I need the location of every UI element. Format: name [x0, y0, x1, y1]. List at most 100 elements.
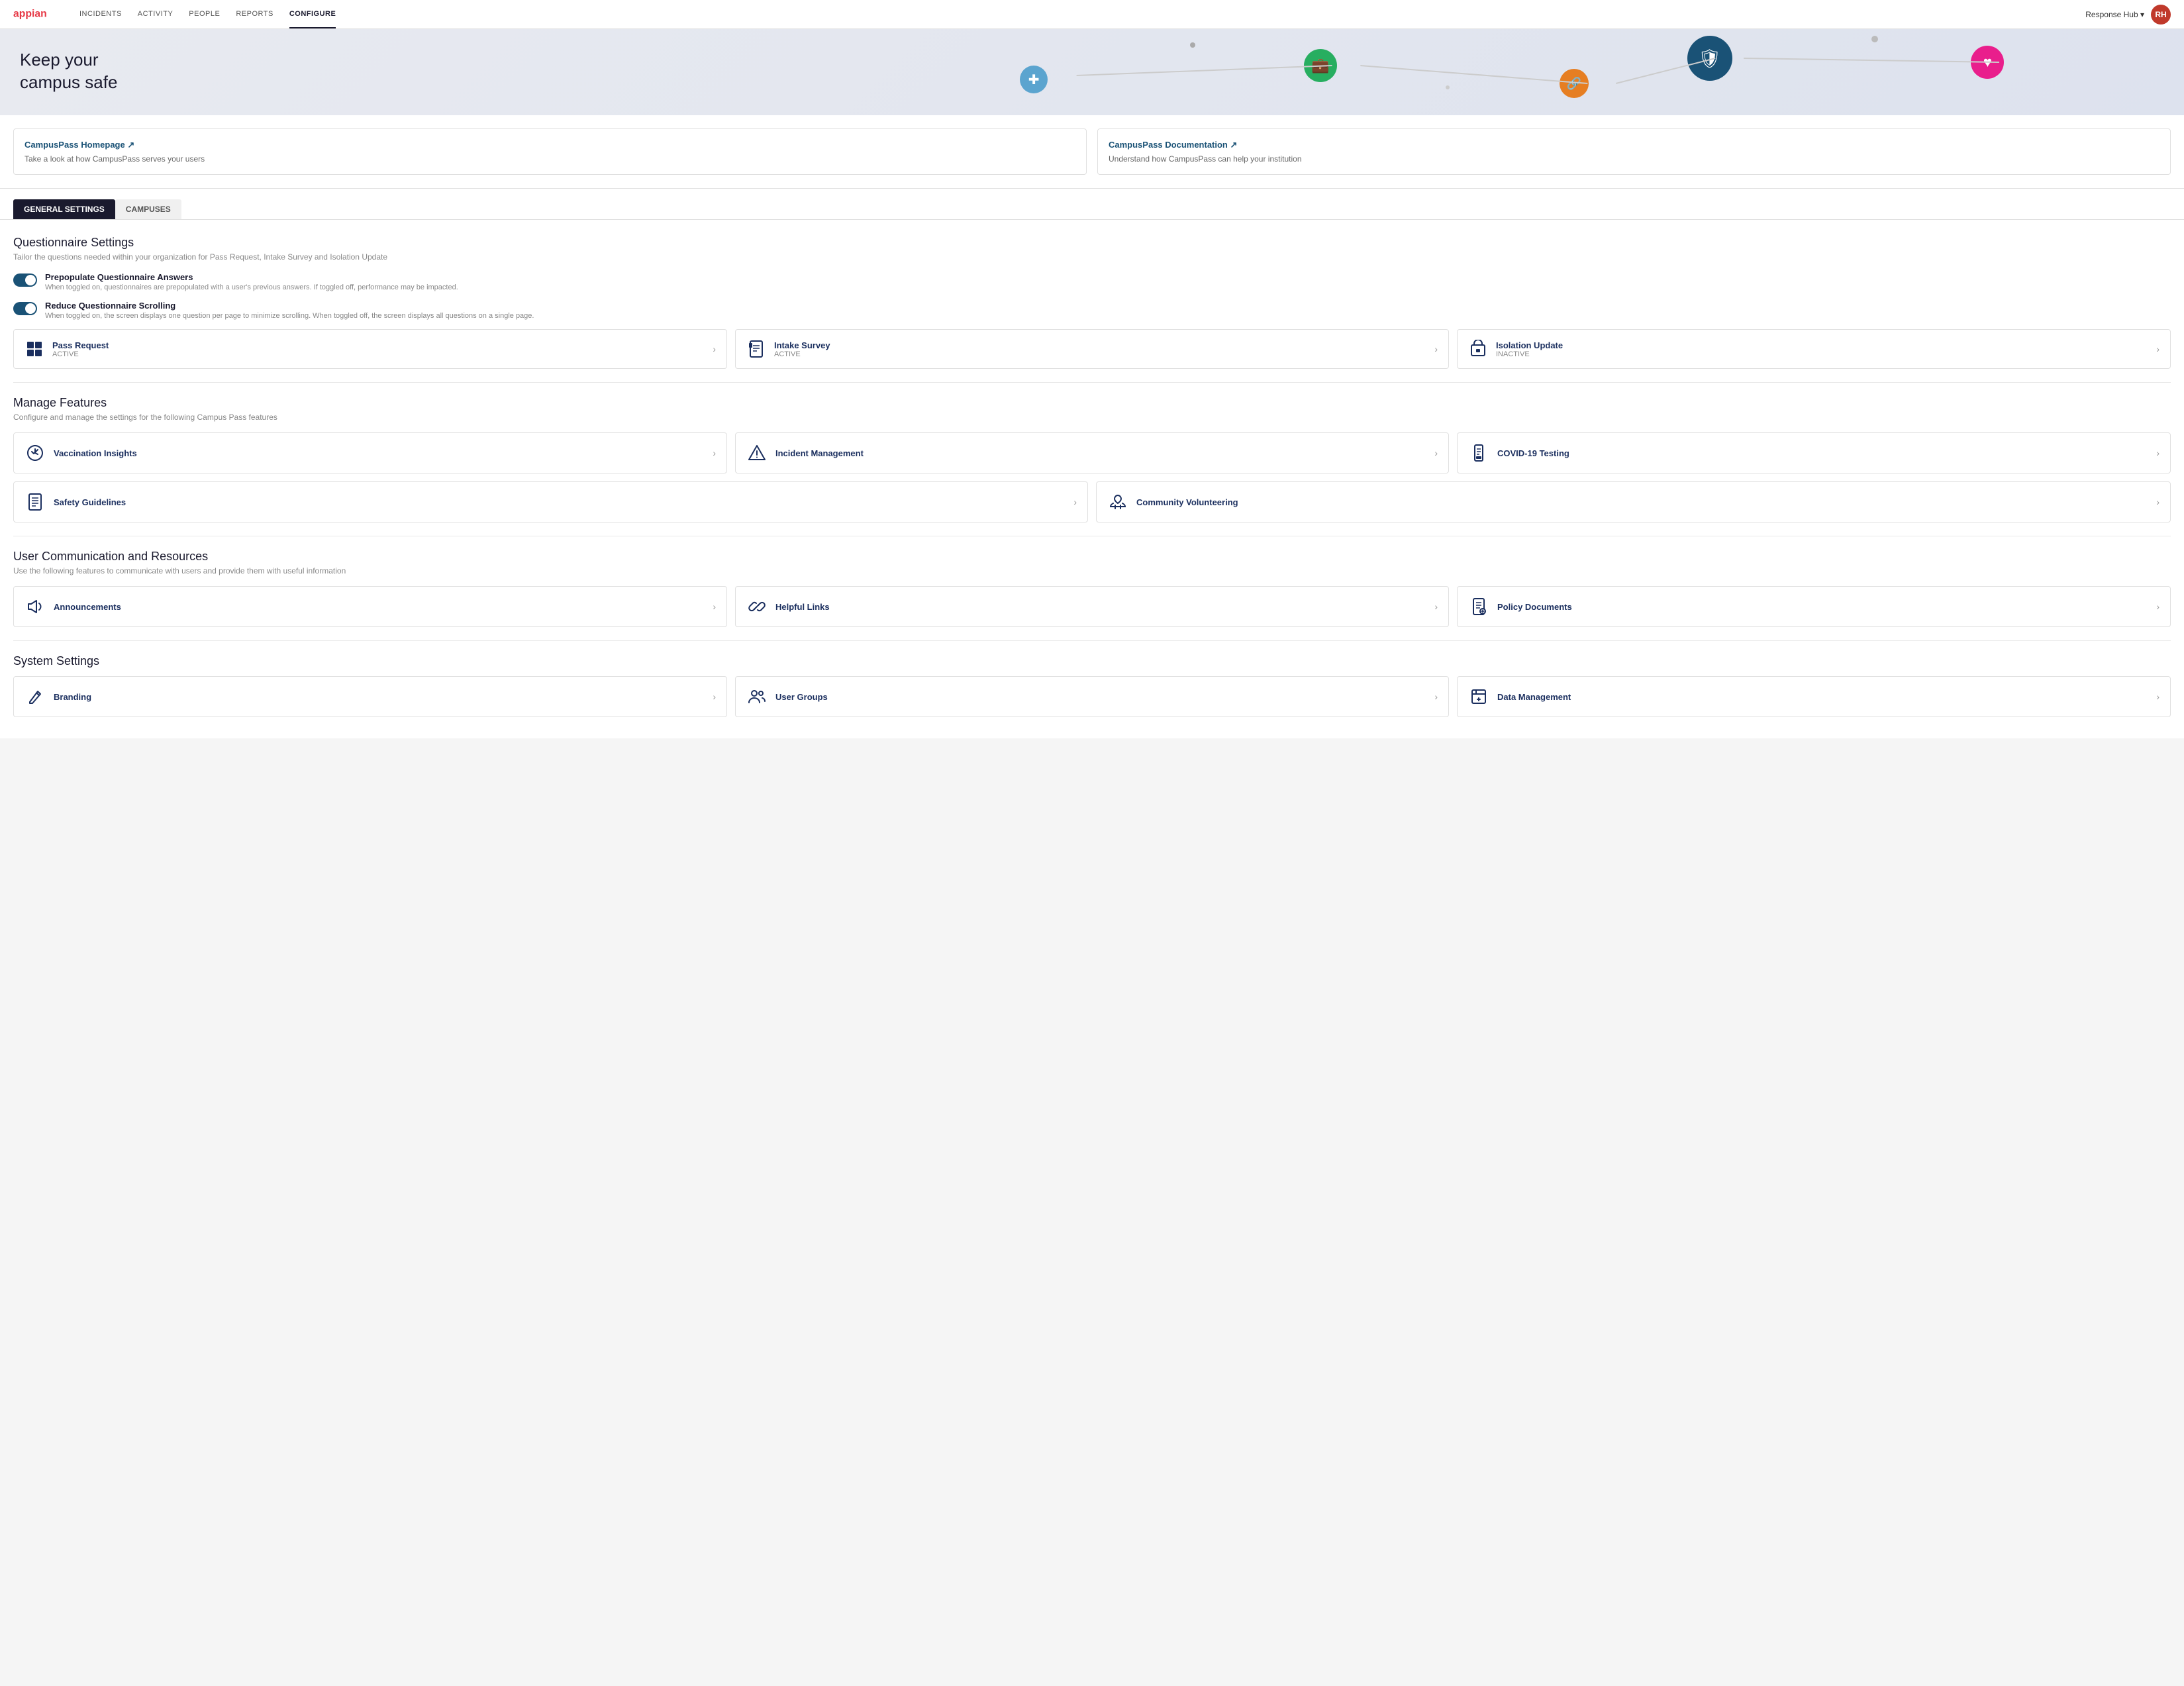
helpful-links-name: Helpful Links	[775, 602, 830, 612]
manage-features-desc: Configure and manage the settings for th…	[13, 413, 2171, 422]
covid-testing-chevron: ›	[2156, 448, 2159, 458]
data-management-icon	[1468, 686, 1489, 707]
vaccination-insights-card[interactable]: Vaccination Insights ›	[13, 432, 727, 473]
community-volunteering-chevron: ›	[2156, 497, 2159, 507]
data-management-chevron: ›	[2156, 691, 2159, 702]
tab-general-settings[interactable]: GENERAL SETTINGS	[13, 199, 115, 219]
questionnaire-title: Questionnaire Settings	[13, 236, 2171, 250]
pass-request-card[interactable]: Pass Request ACTIVE ›	[13, 329, 727, 369]
policy-documents-name: Policy Documents	[1497, 602, 1572, 612]
helpful-links-chevron: ›	[1434, 601, 1438, 612]
vaccination-insights-name: Vaccination Insights	[54, 448, 137, 458]
main-tabs: GENERAL SETTINGS CAMPUSES	[0, 189, 2184, 220]
nav-reports[interactable]: REPORTS	[236, 1, 273, 28]
avatar[interactable]: RH	[2151, 5, 2171, 25]
questionnaire-type-cards: Pass Request ACTIVE ›	[13, 329, 2171, 369]
nav-links: INCIDENTS ACTIVITY PEOPLE REPORTS CONFIG…	[79, 1, 2085, 28]
questionnaire-settings-section: Questionnaire Settings Tailor the questi…	[13, 236, 2171, 369]
vaccination-insights-icon	[25, 442, 46, 464]
nav-people[interactable]: PEOPLE	[189, 1, 220, 28]
branding-card[interactable]: Branding ›	[13, 676, 727, 717]
toggle-prepopulate-label: Prepopulate Questionnaire Answers	[45, 272, 458, 282]
pass-request-icon	[25, 339, 44, 359]
hero-title: Keep your campus safe	[20, 49, 2164, 94]
nav-activity[interactable]: ACTIVITY	[138, 1, 174, 28]
navigation: appian INCIDENTS ACTIVITY PEOPLE REPORTS…	[0, 0, 2184, 29]
pass-request-name: Pass Request	[52, 340, 109, 350]
policy-documents-card[interactable]: Policy Documents ›	[1457, 586, 2171, 627]
branding-icon	[25, 686, 46, 707]
covid-testing-icon	[1468, 442, 1489, 464]
user-communication-section: User Communication and Resources Use the…	[13, 550, 2171, 627]
manage-features-section: Manage Features Configure and manage the…	[13, 396, 2171, 522]
safety-guidelines-icon	[25, 491, 46, 513]
intake-survey-chevron: ›	[1434, 344, 1438, 354]
isolation-update-icon	[1468, 339, 1488, 359]
pass-request-chevron: ›	[713, 344, 716, 354]
vaccination-insights-chevron: ›	[713, 448, 716, 458]
user-groups-card[interactable]: User Groups ›	[735, 676, 1449, 717]
pass-request-status: ACTIVE	[52, 350, 109, 358]
intake-survey-status: ACTIVE	[774, 350, 830, 358]
documentation-link-desc: Understand how CampusPass can help your …	[1109, 154, 2159, 164]
community-volunteering-card[interactable]: Community Volunteering ›	[1096, 481, 2171, 522]
manage-features-row1: Vaccination Insights ›	[13, 432, 2171, 473]
user-groups-chevron: ›	[1434, 691, 1438, 702]
announcements-icon	[25, 596, 46, 617]
intake-survey-card[interactable]: Intake Survey ACTIVE ›	[735, 329, 1449, 369]
data-management-name: Data Management	[1497, 692, 1571, 702]
toggle-scrolling-sublabel: When toggled on, the screen displays one…	[45, 312, 534, 320]
tab-campuses[interactable]: CAMPUSES	[115, 199, 181, 219]
incident-management-chevron: ›	[1434, 448, 1438, 458]
documentation-link-title: CampusPass Documentation ↗	[1109, 140, 2159, 150]
data-management-card[interactable]: Data Management ›	[1457, 676, 2171, 717]
quick-links-row: CampusPass Homepage ↗ Take a look at how…	[0, 115, 2184, 189]
policy-documents-icon	[1468, 596, 1489, 617]
announcements-card[interactable]: Announcements ›	[13, 586, 727, 627]
manage-features-row2: Safety Guidelines › C	[13, 481, 2171, 522]
community-volunteering-name: Community Volunteering	[1136, 497, 1238, 507]
main-content: GENERAL SETTINGS CAMPUSES Questionnaire …	[0, 189, 2184, 738]
system-settings-cards: Branding ›	[13, 676, 2171, 717]
isolation-update-status: INACTIVE	[1496, 350, 1563, 358]
isolation-update-name: Isolation Update	[1496, 340, 1563, 350]
questionnaire-desc: Tailor the questions needed within your …	[13, 252, 2171, 262]
covid-testing-name: COVID-19 Testing	[1497, 448, 1569, 458]
toggle-scrolling-row: Reduce Questionnaire Scrolling When togg…	[13, 301, 2171, 320]
user-groups-icon	[746, 686, 768, 707]
divider-3	[13, 640, 2171, 641]
helpful-links-card[interactable]: Helpful Links ›	[735, 586, 1449, 627]
campuspass-documentation-link[interactable]: CampusPass Documentation ↗ Understand ho…	[1097, 128, 2171, 175]
safety-guidelines-name: Safety Guidelines	[54, 497, 126, 507]
safety-guidelines-card[interactable]: Safety Guidelines ›	[13, 481, 1088, 522]
nav-configure[interactable]: CONFIGURE	[289, 1, 336, 28]
incident-management-name: Incident Management	[775, 448, 864, 458]
nav-right: Response Hub ▾ RH	[2085, 5, 2171, 25]
appian-logo[interactable]: appian	[13, 6, 60, 23]
svg-text:appian: appian	[13, 8, 47, 19]
nav-incidents[interactable]: INCIDENTS	[79, 1, 122, 28]
community-volunteering-icon	[1107, 491, 1128, 513]
toggle-prepopulate[interactable]	[13, 273, 37, 287]
announcements-chevron: ›	[713, 601, 716, 612]
homepage-link-title: CampusPass Homepage ↗	[25, 140, 1075, 150]
nav-user-label[interactable]: Response Hub ▾	[2085, 10, 2144, 19]
system-settings-section: System Settings Branding ›	[13, 654, 2171, 717]
incident-management-card[interactable]: Incident Management ›	[735, 432, 1449, 473]
toggle-scrolling[interactable]	[13, 302, 37, 315]
branding-name: Branding	[54, 692, 91, 702]
campuspass-homepage-link[interactable]: CampusPass Homepage ↗ Take a look at how…	[13, 128, 1087, 175]
isolation-update-chevron: ›	[2156, 344, 2159, 354]
divider-1	[13, 382, 2171, 383]
toggle-prepopulate-sublabel: When toggled on, questionnaires are prep…	[45, 283, 458, 291]
content-area: Questionnaire Settings Tailor the questi…	[0, 220, 2184, 738]
user-communication-title: User Communication and Resources	[13, 550, 2171, 564]
user-communication-cards: Announcements › Helpf	[13, 586, 2171, 627]
isolation-update-card[interactable]: Isolation Update INACTIVE ›	[1457, 329, 2171, 369]
safety-guidelines-chevron: ›	[1073, 497, 1077, 507]
homepage-link-desc: Take a look at how CampusPass serves you…	[25, 154, 1075, 164]
toggle-scrolling-label: Reduce Questionnaire Scrolling	[45, 301, 534, 311]
intake-survey-name: Intake Survey	[774, 340, 830, 350]
covid-testing-card[interactable]: COVID-19 Testing ›	[1457, 432, 2171, 473]
toggle-prepopulate-row: Prepopulate Questionnaire Answers When t…	[13, 272, 2171, 291]
